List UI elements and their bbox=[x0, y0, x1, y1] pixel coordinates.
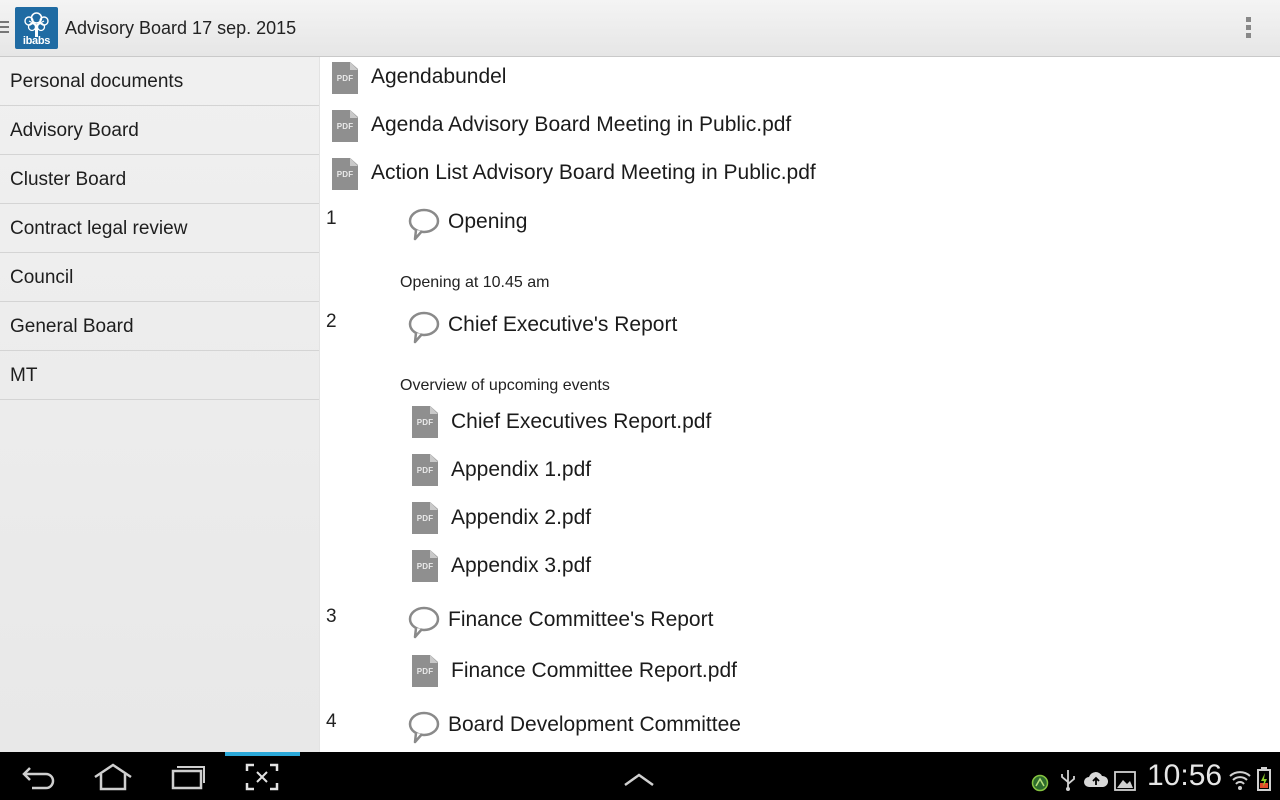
page-title: Advisory Board 17 sep. 2015 bbox=[65, 18, 297, 38]
pdf-icon[interactable]: PDF bbox=[412, 502, 438, 534]
pdf-icon[interactable]: PDF bbox=[412, 550, 438, 582]
agenda-number: 1 bbox=[326, 208, 337, 229]
agenda-number: 3 bbox=[326, 606, 337, 627]
sidebar-item-mt[interactable]: MT bbox=[0, 351, 319, 400]
document-link[interactable]: Appendix 1.pdf bbox=[451, 458, 591, 482]
agenda-item-description: Overview of upcoming events bbox=[400, 377, 610, 394]
document-link[interactable]: Action List Advisory Board Meeting in Pu… bbox=[371, 161, 816, 185]
document-link[interactable]: Agenda Advisory Board Meeting in Public.… bbox=[371, 113, 791, 137]
agenda-item-description: Opening at 10.45 am bbox=[400, 274, 550, 291]
comment-bubble-icon[interactable] bbox=[407, 709, 441, 745]
system-navigation-bar: 10:56 bbox=[0, 752, 1280, 800]
agenda-item-title[interactable]: Finance Committee's Report bbox=[448, 608, 713, 632]
android-icon bbox=[1031, 774, 1049, 792]
agenda-number: 4 bbox=[326, 711, 337, 732]
sidebar-item-cluster-board[interactable]: Cluster Board bbox=[0, 155, 319, 204]
sidebar-item-label: Cluster Board bbox=[10, 169, 127, 190]
document-link[interactable]: Appendix 2.pdf bbox=[451, 506, 591, 530]
drawer-handle-icon[interactable] bbox=[0, 21, 10, 35]
agenda-number: 2 bbox=[326, 311, 337, 332]
action-bar: ibabs Advisory Board 17 sep. 2015 bbox=[0, 0, 1280, 57]
overflow-menu-icon[interactable] bbox=[1238, 14, 1258, 44]
pdf-icon[interactable]: PDF bbox=[412, 454, 438, 486]
recent-apps-icon[interactable] bbox=[170, 762, 206, 792]
active-indicator bbox=[225, 752, 300, 756]
logo-text: ibabs bbox=[22, 35, 51, 47]
agenda-item-title[interactable]: Chief Executive's Report bbox=[448, 313, 677, 337]
sidebar-item-contract-legal-review[interactable]: Contract legal review bbox=[0, 204, 319, 253]
sidebar-item-label: General Board bbox=[10, 316, 134, 337]
agenda-item-title[interactable]: Opening bbox=[448, 210, 527, 234]
sidebar-item-council[interactable]: Council bbox=[0, 253, 319, 302]
sidebar-item-label: MT bbox=[10, 365, 38, 386]
pdf-icon[interactable]: PDF bbox=[332, 110, 358, 142]
meeting-content: PDF Agendabundel PDF Agenda Advisory Boa… bbox=[320, 57, 1280, 752]
battery-charging-icon bbox=[1257, 767, 1271, 791]
agenda-item-title[interactable]: Board Development Committee bbox=[448, 713, 741, 737]
sidebar-item-label: Personal documents bbox=[10, 71, 184, 92]
home-icon[interactable] bbox=[92, 762, 134, 792]
expand-up-icon[interactable] bbox=[622, 766, 656, 796]
document-link[interactable]: Chief Executives Report.pdf bbox=[451, 410, 711, 434]
sidebar: Personal documents Advisory Board Cluste… bbox=[0, 57, 320, 752]
sidebar-item-label: Advisory Board bbox=[10, 120, 139, 141]
cloud-upload-icon bbox=[1084, 772, 1109, 787]
back-icon[interactable] bbox=[20, 762, 58, 792]
image-icon bbox=[1114, 771, 1136, 791]
status-clock: 10:56 bbox=[1147, 759, 1223, 792]
usb-icon bbox=[1061, 770, 1075, 791]
pdf-icon[interactable]: PDF bbox=[332, 62, 358, 94]
pdf-icon[interactable]: PDF bbox=[332, 158, 358, 190]
comment-bubble-icon[interactable] bbox=[407, 309, 441, 345]
comment-bubble-icon[interactable] bbox=[407, 604, 441, 640]
document-link[interactable]: Appendix 3.pdf bbox=[451, 554, 591, 578]
pdf-icon[interactable]: PDF bbox=[412, 655, 438, 687]
comment-bubble-icon[interactable] bbox=[407, 206, 441, 242]
document-link[interactable]: Finance Committee Report.pdf bbox=[451, 659, 737, 683]
sidebar-item-label: Council bbox=[10, 267, 74, 288]
pdf-icon[interactable]: PDF bbox=[412, 406, 438, 438]
app-logo[interactable]: ibabs bbox=[15, 7, 58, 49]
sidebar-item-general-board[interactable]: General Board bbox=[0, 302, 319, 351]
sidebar-item-advisory-board[interactable]: Advisory Board bbox=[0, 106, 319, 155]
wifi-icon bbox=[1229, 771, 1251, 790]
sidebar-item-label: Contract legal review bbox=[10, 218, 188, 239]
document-link[interactable]: Agendabundel bbox=[371, 65, 506, 89]
screenshot-icon[interactable] bbox=[244, 762, 280, 792]
sidebar-item-personal-documents[interactable]: Personal documents bbox=[0, 57, 319, 106]
